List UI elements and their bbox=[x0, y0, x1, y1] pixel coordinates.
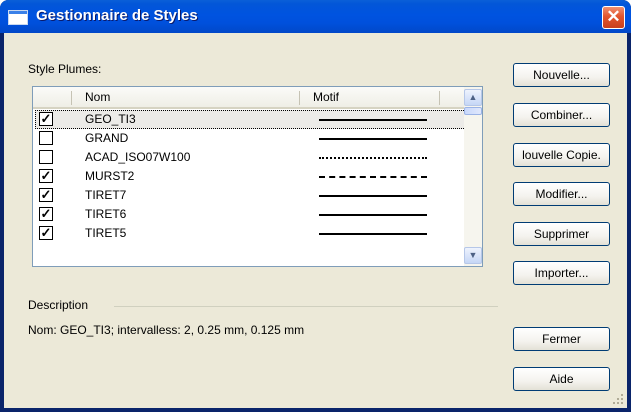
checkmark-icon: ✓ bbox=[40, 187, 52, 202]
list-item[interactable]: ✓ TIRET5 bbox=[33, 224, 482, 243]
checkmark-icon: ✓ bbox=[40, 225, 52, 240]
description-text: Nom: GEO_TI3; intervalless: 2, 0.25 mm, … bbox=[28, 323, 305, 337]
column-header-name[interactable]: Nom bbox=[85, 90, 110, 104]
row-checkbox[interactable]: ✓ bbox=[39, 112, 53, 126]
description-label: Description bbox=[28, 298, 89, 312]
row-checkbox[interactable]: ✓ bbox=[39, 188, 53, 202]
row-name: ACAD_ISO07W100 bbox=[85, 150, 191, 164]
list-item[interactable]: ✓ TIRET6 bbox=[33, 205, 482, 224]
window-icon bbox=[8, 10, 28, 25]
row-name: GEO_TI3 bbox=[85, 112, 136, 126]
row-checkbox[interactable]: ✓ bbox=[39, 226, 53, 240]
vertical-scrollbar[interactable]: ▲ ▼ bbox=[464, 87, 482, 266]
close-dialog-button[interactable]: Fermer bbox=[513, 327, 610, 351]
close-icon: ✕ bbox=[606, 7, 621, 26]
chevron-up-icon: ▲ bbox=[468, 92, 478, 102]
chevron-down-icon: ▼ bbox=[468, 250, 478, 260]
row-checkbox[interactable]: ✓ bbox=[39, 207, 53, 221]
header-separator bbox=[299, 91, 300, 105]
line-pattern-preview bbox=[319, 119, 427, 121]
list-item[interactable]: ACAD_ISO07W100 bbox=[33, 148, 482, 167]
header-separator bbox=[439, 91, 440, 105]
row-name: MURST2 bbox=[85, 169, 135, 183]
row-checkbox[interactable] bbox=[39, 150, 53, 164]
line-pattern-preview bbox=[319, 233, 427, 235]
scroll-up-button[interactable]: ▲ bbox=[464, 89, 482, 106]
list-item[interactable]: ✓ MURST2 bbox=[33, 167, 482, 186]
line-pattern-preview bbox=[319, 195, 427, 197]
delete-button[interactable]: Supprimer bbox=[513, 222, 610, 246]
row-name: GRAND bbox=[85, 131, 129, 145]
checkmark-icon: ✓ bbox=[40, 206, 52, 221]
combine-button[interactable]: Combiner... bbox=[513, 103, 610, 127]
line-pattern-preview bbox=[319, 138, 427, 140]
window-title: Gestionnaire de Styles bbox=[36, 7, 198, 24]
line-pattern-preview bbox=[319, 176, 427, 178]
checkmark-icon: ✓ bbox=[40, 168, 52, 183]
title-bar[interactable]: Gestionnaire de Styles ✕ bbox=[0, 0, 631, 33]
scroll-thumb[interactable] bbox=[464, 107, 482, 115]
dialog-body: Style Plumes: Nom Motif ✓ GEO_TI3 GRAND ACA… bbox=[4, 33, 627, 408]
close-button[interactable]: ✕ bbox=[602, 6, 625, 29]
row-name: TIRET6 bbox=[85, 207, 127, 221]
list-item[interactable]: ✓ GEO_TI3 bbox=[33, 110, 482, 129]
list-header: Nom Motif bbox=[33, 87, 482, 109]
line-pattern-preview bbox=[319, 157, 427, 159]
new-copy-button[interactable]: louvelle Copie. bbox=[513, 143, 610, 167]
row-checkbox[interactable] bbox=[39, 131, 53, 145]
list-item[interactable]: ✓ TIRET7 bbox=[33, 186, 482, 205]
dialog-window: Gestionnaire de Styles ✕ Style Plumes: N… bbox=[0, 0, 631, 412]
row-checkbox[interactable]: ✓ bbox=[39, 169, 53, 183]
resize-grip-icon[interactable] bbox=[612, 393, 624, 405]
list-item[interactable]: GRAND bbox=[33, 129, 482, 148]
new-button[interactable]: Nouvelle... bbox=[513, 63, 610, 87]
line-pattern-preview bbox=[319, 214, 427, 216]
checkmark-icon: ✓ bbox=[40, 111, 52, 126]
help-button[interactable]: Aide bbox=[513, 367, 610, 391]
header-separator bbox=[71, 91, 72, 105]
style-list-label: Style Plumes: bbox=[28, 62, 102, 76]
scroll-down-button[interactable]: ▼ bbox=[464, 247, 482, 264]
description-group-line bbox=[114, 306, 498, 307]
modify-button[interactable]: Modifier... bbox=[513, 182, 610, 206]
import-button[interactable]: Importer... bbox=[513, 261, 610, 285]
row-name: TIRET7 bbox=[85, 188, 127, 202]
style-list[interactable]: Nom Motif ✓ GEO_TI3 GRAND ACAD_ISO07W100 ✓ MU… bbox=[32, 86, 483, 267]
column-header-pattern[interactable]: Motif bbox=[313, 90, 339, 104]
row-name: TIRET5 bbox=[85, 226, 127, 240]
